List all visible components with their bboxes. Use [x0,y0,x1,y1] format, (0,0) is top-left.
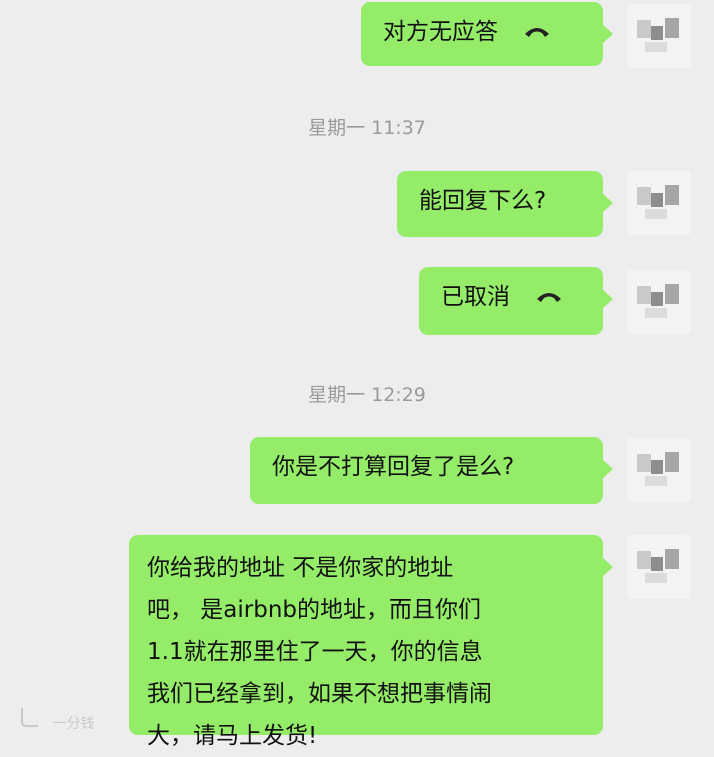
message-bubble[interactable]: 你给我的地址 不是你家的地址 吧， 是airbnb的地址，而且你们 1.1就在那… [129,535,613,749]
avatar[interactable] [627,535,691,599]
watermark-text: 一分钱 [52,716,95,732]
avatar[interactable] [627,438,691,502]
call-status-text: 已取消 [441,284,510,310]
timestamp: 星期一 11:37 [308,117,426,139]
watermark: 一分钱 [18,706,94,733]
call-status-bubble-2[interactable]: 已取消 [419,267,613,335]
phone-hangup-icon [523,16,551,49]
call-status-bubble-1[interactable]: 对方无应答 [361,2,613,66]
message-line: 我们已经拿到，如果不想把事情闹 [147,681,492,707]
timestamp: 星期一 12:29 [308,384,426,406]
message-text: 你是不打算回复了是么? [272,454,515,480]
call-status-text: 对方无应答 [383,19,498,45]
avatar[interactable] [627,270,691,334]
message-text: 能回复下么? [419,188,547,214]
watermark-logo-icon [18,706,40,732]
message-line: 1.1就在那里住了一天，你的信息 [147,639,483,665]
phone-hangup-icon [535,281,563,314]
avatar[interactable] [627,171,691,235]
message-bubble[interactable]: 能回复下么? [397,171,613,237]
avatar[interactable] [627,4,691,68]
message-line: 你给我的地址 不是你家的地址 [147,555,454,581]
message-line: 吧， 是airbnb的地址，而且你们 [147,597,482,623]
message-line: 大，请马上发货! [147,723,318,749]
message-bubble[interactable]: 你是不打算回复了是么? [250,437,613,504]
